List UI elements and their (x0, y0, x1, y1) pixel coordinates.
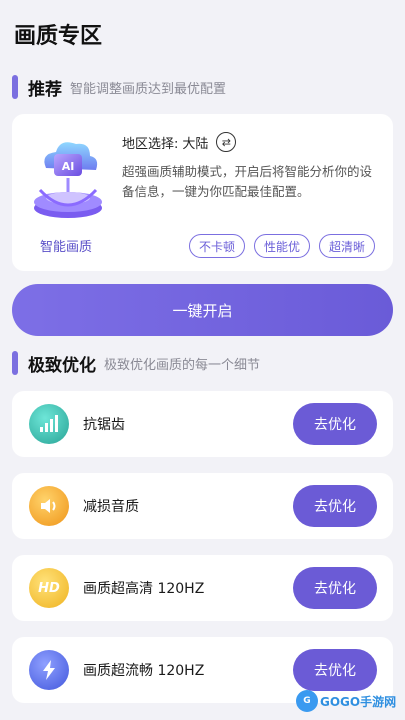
recommend-section-header: 推荐 智能调整画质达到最优配置 (12, 74, 226, 100)
optimize-button[interactable]: 去优化 (293, 567, 377, 609)
one-click-enable-button[interactable]: 一键开启 (12, 284, 393, 336)
ai-cloud-icon: AI (28, 128, 108, 224)
optimize-button[interactable]: 去优化 (293, 403, 377, 445)
signal-bars-icon (29, 404, 69, 444)
optimize-subtitle: 极致优化画质的每一个细节 (104, 357, 261, 373)
recommend-title: 推荐 (28, 79, 62, 100)
svg-text:AI: AI (62, 160, 75, 173)
tag-performance: 性能优 (254, 234, 311, 258)
optimize-item: 减损音质 去优化 (12, 473, 393, 539)
optimize-item-label: 减损音质 (83, 499, 139, 515)
optimize-title: 极致优化 (28, 355, 96, 376)
feature-tags: 不卡顿 性能优 超清晰 (180, 234, 376, 258)
smart-quality-caption: 智能画质 (40, 240, 93, 255)
section-accent-bar (12, 75, 18, 99)
watermark-text: GOGO手游网 (320, 694, 397, 709)
recommend-description: 超强画质辅助模式，开启后将智能分析你的设备信息，一键为你匹配最佳配置。 (122, 164, 373, 199)
page-title: 画质专区 (14, 24, 103, 49)
region-value: 大陆 (182, 136, 209, 152)
region-selector[interactable]: 地区选择: 大陆 ⇄ (122, 132, 237, 152)
optimize-item-label: 画质超流畅 120HZ (83, 663, 205, 679)
lightning-icon (29, 650, 69, 690)
hd-icon: HD (29, 568, 69, 608)
optimize-button[interactable]: 去优化 (293, 485, 377, 527)
optimize-item-label: 画质超高清 120HZ (83, 581, 205, 597)
section-accent-bar (12, 351, 18, 375)
tag-ultra-clear: 超清晰 (319, 234, 376, 258)
region-label: 地区选择: (122, 136, 179, 152)
optimize-button[interactable]: 去优化 (293, 649, 377, 691)
optimize-item: HD 画质超高清 120HZ 去优化 (12, 555, 393, 621)
optimize-section-header: 极致优化 极致优化画质的每一个细节 (12, 350, 260, 376)
tag-no-lag: 不卡顿 (189, 234, 246, 258)
recommend-subtitle: 智能调整画质达到最优配置 (70, 81, 227, 97)
optimize-item-label: 抗锯齿 (83, 417, 125, 433)
speaker-icon (29, 486, 69, 526)
optimize-item: 抗锯齿 去优化 (12, 391, 393, 457)
swap-icon[interactable]: ⇄ (216, 132, 237, 152)
recommend-card: AI 智能画质 地区选择: 大陆 ⇄ 超强画质辅助模式，开启后将智能分析你的设备… (12, 114, 393, 271)
watermark-icon: G (296, 690, 318, 712)
watermark-logo: G GOGO手游网 (296, 690, 396, 712)
